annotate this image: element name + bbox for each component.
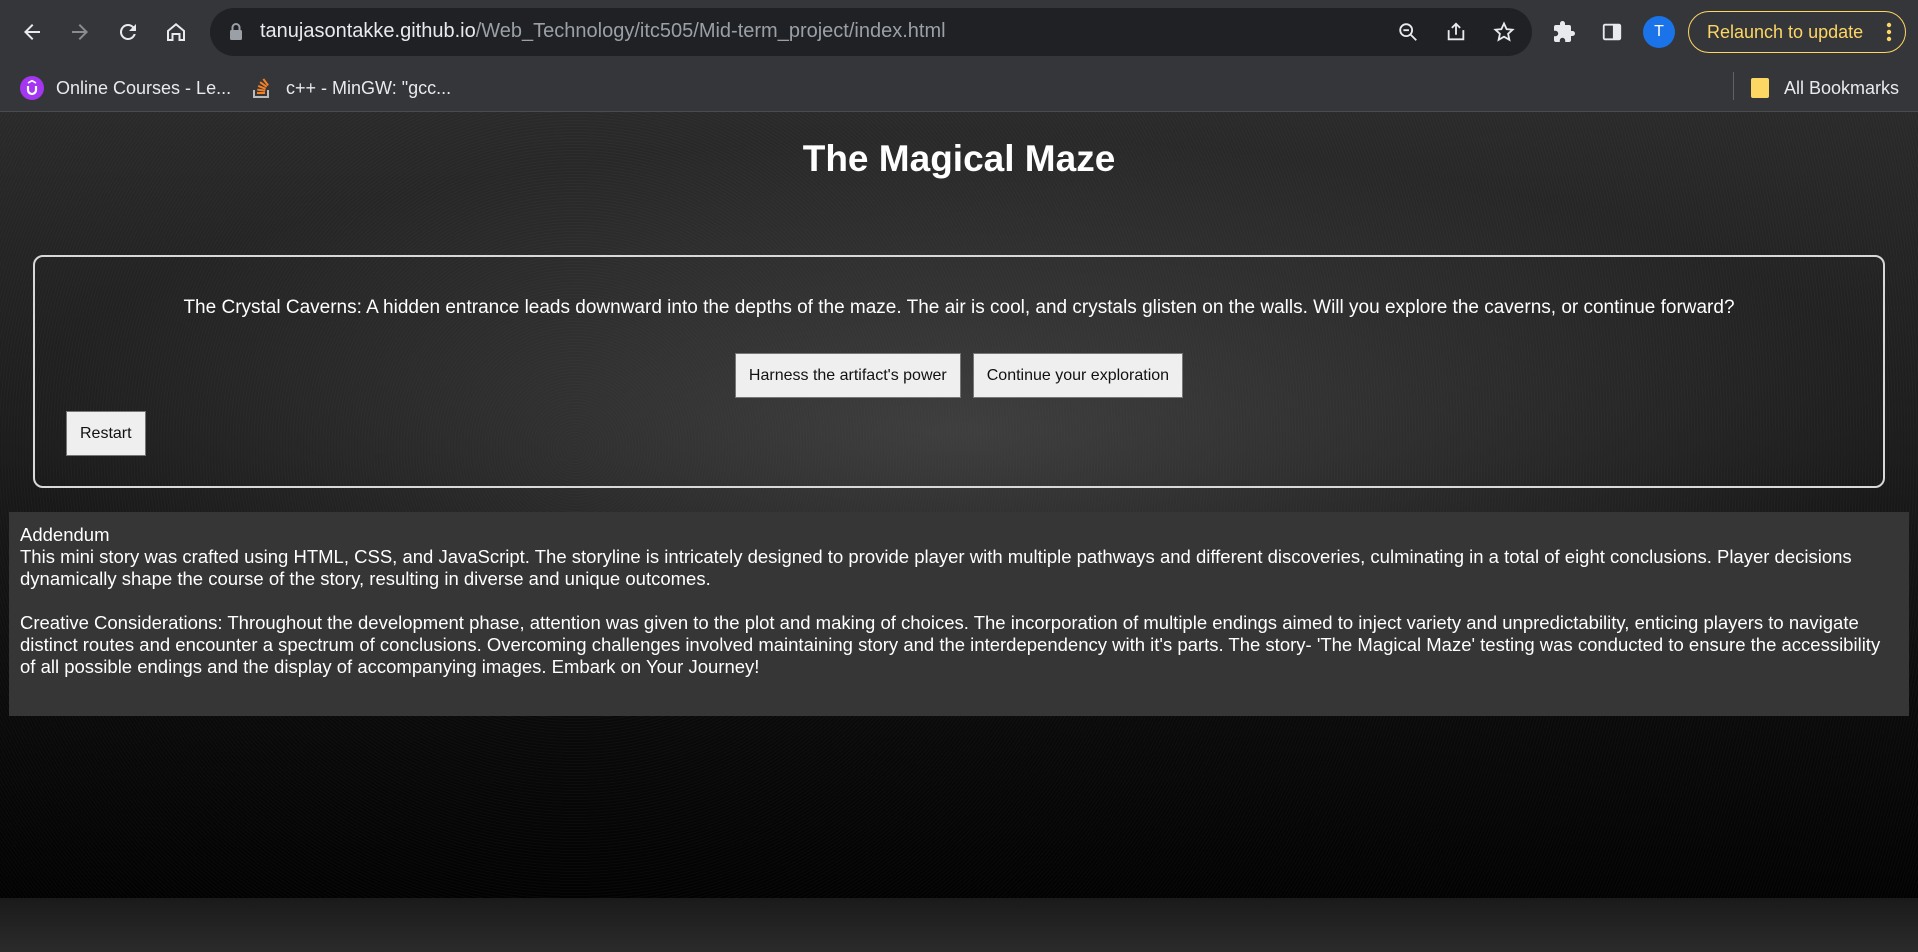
- restart-button[interactable]: Restart: [66, 411, 146, 456]
- choice-button-harness-artifact[interactable]: Harness the artifact's power: [734, 353, 961, 398]
- bookmarks-divider: [1733, 72, 1734, 100]
- address-bar[interactable]: tanujasontakke.github.io/Web_Technology/…: [210, 8, 1532, 56]
- page-background-strip: [0, 898, 1918, 952]
- star-icon[interactable]: [1492, 20, 1516, 44]
- home-icon: [167, 23, 185, 41]
- folder-icon: [1748, 76, 1772, 100]
- reload-button[interactable]: [104, 8, 152, 56]
- choice-button-continue-exploration[interactable]: Continue your exploration: [972, 353, 1184, 398]
- relaunch-button[interactable]: Relaunch to update: [1688, 11, 1906, 53]
- reload-icon: [119, 23, 136, 40]
- all-bookmarks[interactable]: All Bookmarks: [1748, 74, 1899, 102]
- browser-toolbar: tanujasontakke.github.io/Web_Technology/…: [0, 0, 1918, 64]
- story-text: The Crystal Caverns: A hidden entrance l…: [183, 297, 1735, 318]
- page-viewport: The Magical Maze The Crystal Caverns: A …: [0, 112, 1918, 952]
- zoom-out-icon[interactable]: [1396, 20, 1420, 44]
- addendum-paragraph-2: Creative Considerations: Throughout the …: [20, 612, 1881, 677]
- forward-button[interactable]: [56, 8, 104, 56]
- page-title: The Magical Maze: [802, 138, 1116, 179]
- addendum-paragraph-1: This mini story was crafted using HTML, …: [20, 546, 1852, 589]
- stackoverflow-icon: [250, 76, 274, 100]
- addendum-section: Addendum This mini story was crafted usi…: [9, 512, 1909, 716]
- share-icon[interactable]: [1444, 20, 1468, 44]
- more-menu-icon[interactable]: [1879, 20, 1899, 44]
- arrow-left-icon: [24, 24, 40, 40]
- arrow-right-icon: [72, 24, 88, 40]
- relaunch-label: Relaunch to update: [1707, 21, 1864, 42]
- choice-buttons: Harness the artifact's power Continue yo…: [35, 353, 1883, 398]
- story-container: The Crystal Caverns: A hidden entrance l…: [33, 255, 1885, 488]
- udemy-icon: [20, 76, 44, 100]
- home-button[interactable]: [152, 8, 200, 56]
- addendum-heading: Addendum: [20, 524, 110, 545]
- lock-icon: [228, 22, 244, 47]
- url-text: tanujasontakke.github.io/Web_Technology/…: [260, 20, 946, 42]
- extensions-icon[interactable]: [1548, 16, 1580, 48]
- back-button[interactable]: [8, 8, 56, 56]
- side-panel-icon[interactable]: [1596, 16, 1628, 48]
- profile-avatar[interactable]: T: [1643, 16, 1675, 48]
- bookmark-mingw[interactable]: c++ - MinGW: "gcc...: [250, 74, 451, 102]
- bookmarks-bar: Online Courses - Le... c++ - MinGW: "gcc…: [0, 64, 1918, 112]
- bookmark-online-courses[interactable]: Online Courses - Le...: [20, 74, 231, 102]
